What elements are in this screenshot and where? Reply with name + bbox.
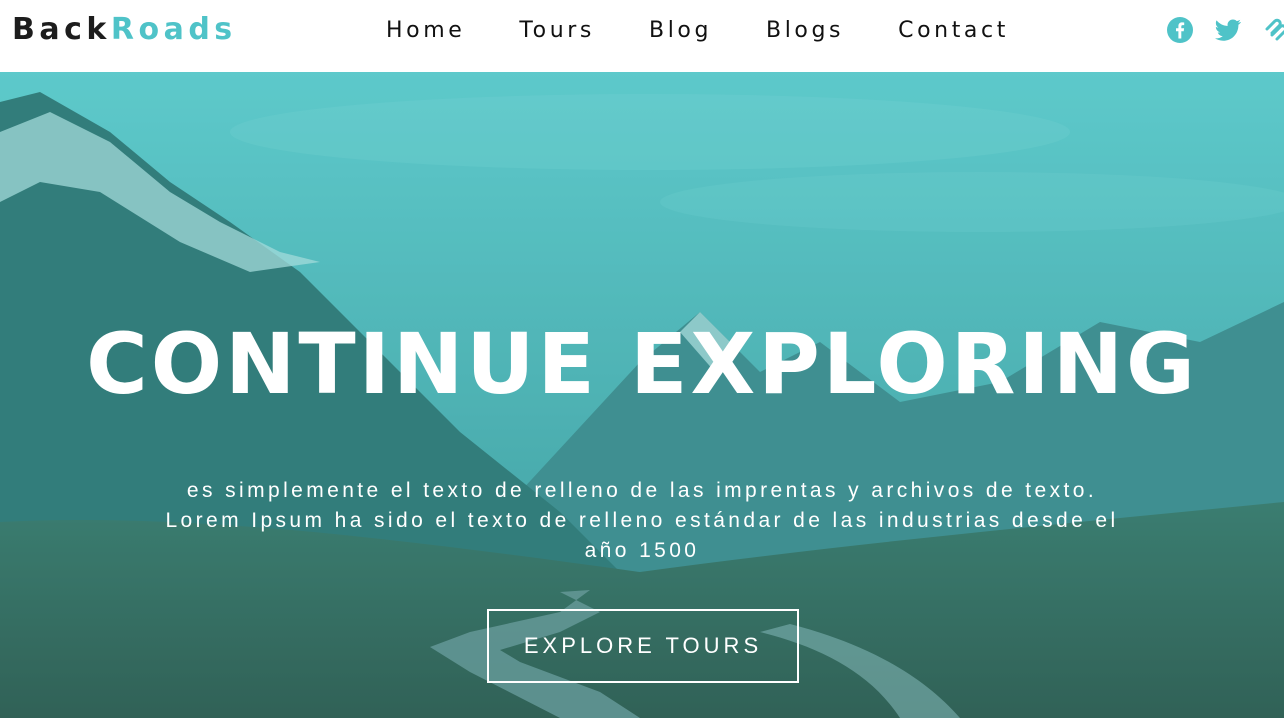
nav-links: Home Tours Blog Blogs Contact — [386, 14, 1009, 48]
social-links — [1166, 16, 1284, 44]
hero: CONTINUE EXPLORING es simplemente el tex… — [0, 72, 1284, 718]
nav-link-home[interactable]: Home — [386, 14, 465, 48]
nav-link-blogs[interactable]: Blogs — [766, 14, 844, 48]
logo-part-roads: Roads — [110, 12, 237, 47]
nav-link-tours[interactable]: Tours — [519, 14, 595, 48]
nav-link-blog[interactable]: Blog — [649, 14, 712, 48]
hero-text: es simplemente el texto de relleno de la… — [165, 479, 1119, 562]
nav-link-contact[interactable]: Contact — [898, 14, 1009, 48]
logo[interactable]: BackRoads — [12, 10, 237, 50]
explore-tours-button[interactable]: EXPLORE TOURS — [487, 609, 799, 683]
logo-part-back: Back — [12, 12, 111, 47]
navbar: BackRoads Home Tours Blog Blogs Contact — [0, 0, 1284, 72]
twitter-icon[interactable] — [1214, 16, 1242, 44]
squarespace-icon[interactable] — [1262, 16, 1284, 44]
facebook-icon[interactable] — [1166, 16, 1194, 44]
hero-title: CONTINUE EXPLORING — [86, 315, 1198, 413]
